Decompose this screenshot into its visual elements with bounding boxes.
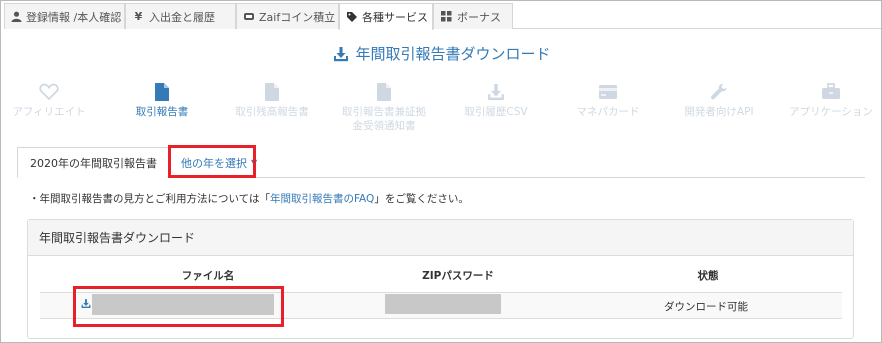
file-icon [324, 81, 444, 103]
highlight-box [73, 286, 284, 327]
column-header-zip-password: ZIPパスワード [422, 270, 494, 282]
service-application[interactable]: アプリケーション [771, 81, 881, 119]
top-tab-bar: 登録情報 /本人確認 ¥ 入出金と履歴 Zaifコイン積立 各種サービス ボーナ… [4, 3, 881, 30]
tab-deposit-history[interactable]: ¥ 入出金と履歴 [125, 3, 236, 29]
tab-label: ボーナス [457, 10, 501, 24]
service-label: アフィリエイト [12, 106, 86, 118]
tab-bonus[interactable]: ボーナス [433, 3, 513, 29]
download-icon [436, 81, 556, 103]
service-label: 取引報告書 [135, 106, 189, 118]
service-label: 取引履歴CSV [464, 106, 528, 118]
page-title-text: 年間取引報告書ダウンロード [355, 45, 551, 63]
download-icon [333, 46, 349, 62]
page-title: 年間取引報告書ダウンロード [1, 43, 881, 64]
year-tab-bar: 2020年の年間取引報告書 他の年を選択 ▼ [17, 147, 865, 178]
tab-label: Zaifコイン積立 [259, 10, 336, 24]
service-label: 取引報告書兼証拠 金受領通知書 [324, 105, 444, 133]
wrench-icon [659, 81, 779, 103]
zip-password-redacted [385, 294, 501, 314]
faq-note: ・年間取引報告書の見方とご利用方法については「年間取引報告書のFAQ」をご覧くだ… [29, 191, 469, 206]
tab-label: 各種サービス [362, 11, 428, 24]
file-icon [102, 81, 222, 103]
page-frame: 登録情報 /本人確認 ¥ 入出金と履歴 Zaifコイン積立 各種サービス ボーナ… [0, 0, 882, 343]
tab-current-year-label: 2020年の年間取引報告書 [30, 156, 157, 170]
service-label-line2: 金受領通知書 [352, 120, 416, 132]
tab-current-year[interactable]: 2020年の年間取引報告書 [17, 147, 170, 178]
yen-icon: ¥ [134, 10, 143, 23]
service-trade-report[interactable]: 取引報告書 [102, 81, 222, 119]
briefcase-icon [771, 81, 881, 103]
heart-icon [1, 81, 109, 103]
user-icon [11, 10, 22, 23]
service-label-line1: 取引報告書兼証拠 [342, 106, 426, 118]
file-icon [212, 81, 332, 103]
tab-services[interactable]: 各種サービス [339, 3, 433, 30]
faq-note-prefix: ・年間取引報告書の見方とご利用方法については「 [29, 193, 270, 205]
column-header-filename: ファイル名 [181, 270, 235, 282]
service-affiliate[interactable]: アフィリエイト [1, 81, 109, 119]
tab-account[interactable]: 登録情報 /本人確認 [4, 3, 125, 29]
grid-icon [440, 10, 453, 23]
faq-note-suffix: 」をご覧ください。 [374, 193, 469, 205]
tab-zaif-coin[interactable]: Zaifコイン積立 [236, 3, 339, 29]
highlight-box [168, 145, 256, 178]
faq-link[interactable]: 年間取引報告書のFAQ [270, 193, 374, 205]
download-status: ダウンロード可能 [664, 301, 748, 313]
credit-card-icon [548, 81, 668, 103]
service-trade-csv[interactable]: 取引履歴CSV [436, 81, 556, 119]
service-manepa-card[interactable]: マネパカード [548, 81, 668, 119]
panel-title: 年間取引報告書ダウンロード [28, 220, 853, 256]
piggy-bank-icon [243, 10, 255, 23]
tab-label: 入出金と履歴 [149, 10, 215, 24]
service-margin-report[interactable]: 取引報告書兼証拠 金受領通知書 [324, 81, 444, 133]
service-label: マネパカード [576, 106, 640, 118]
column-header-status: 状態 [697, 270, 719, 282]
download-panel: 年間取引報告書ダウンロード ファイル名 ZIPパスワード 状態 ダウンロード可能 [27, 219, 854, 339]
service-developer-api[interactable]: 開発者向けAPI [659, 81, 779, 119]
service-label: 開発者向けAPI [684, 106, 754, 118]
tags-icon [346, 11, 358, 24]
tab-label: 登録情報 /本人確認 [26, 10, 122, 24]
service-label: 取引残高報告書 [235, 106, 309, 118]
service-label: アプリケーション [789, 106, 873, 118]
service-balance-report[interactable]: 取引残高報告書 [212, 81, 332, 119]
